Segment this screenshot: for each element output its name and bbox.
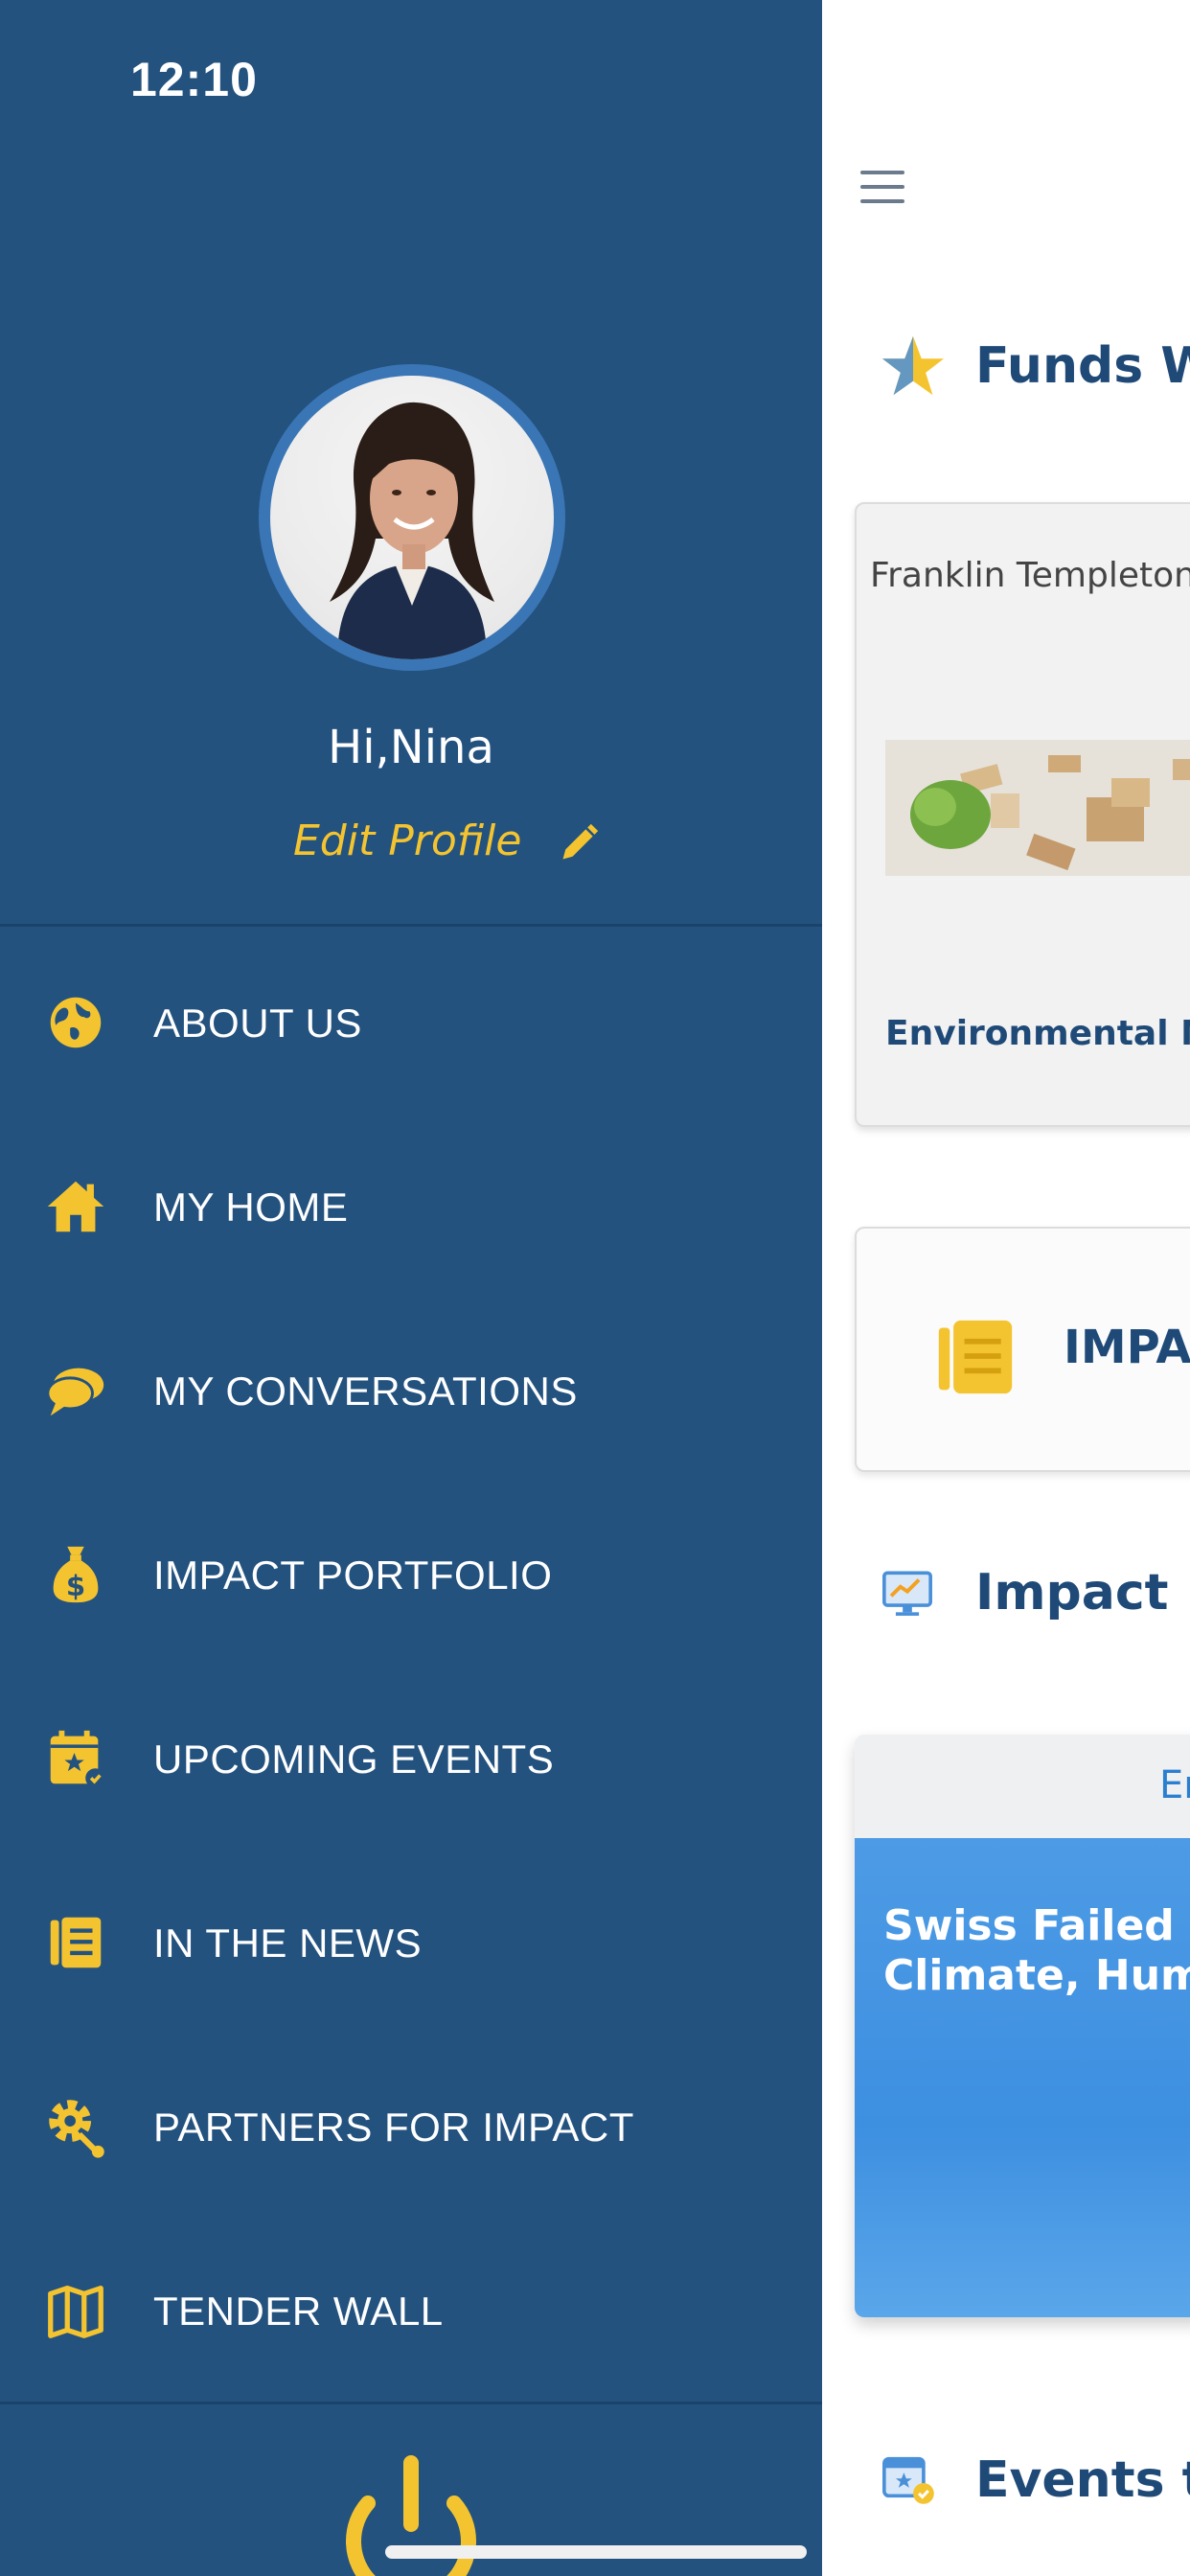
menu-item-upcoming-events[interactable]: UPCOMING EVENTS	[0, 1706, 822, 1811]
greeting-text: Hi,Nina	[328, 721, 494, 774]
money-bag-icon: $	[53, 1546, 99, 1603]
avatar-photo	[270, 376, 554, 659]
fund-card[interactable]: Franklin Templeton Environmental Ma	[855, 502, 1190, 1127]
impact-news-title: Impact N	[975, 1564, 1190, 1622]
menu-item-impact-portfolio[interactable]: $ IMPACT PORTFOLIO	[0, 1522, 822, 1627]
menu-label: MY CONVERSATIONS	[153, 1368, 578, 1414]
fund-image	[885, 740, 1190, 876]
menu-label: TENDER WALL	[153, 2288, 444, 2334]
menu-label: ABOUT US	[153, 1000, 362, 1046]
star-icon	[881, 335, 945, 396]
events-section-title: Events to	[975, 2451, 1190, 2509]
news-icon	[938, 1320, 1013, 1394]
news-icon	[50, 1917, 102, 1968]
edit-profile-link[interactable]: Edit Profile	[293, 816, 521, 865]
monitor-chart-icon	[882, 1571, 932, 1616]
menu-item-my-home[interactable]: MY HOME	[0, 1154, 822, 1259]
menu-label: UPCOMING EVENTS	[153, 1736, 555, 1782]
menu-item-partners-for-impact[interactable]: PARTNERS FOR IMPACT	[0, 2074, 822, 2179]
svg-text:$: $	[66, 1570, 85, 1602]
side-drawer: 12:10 Hi,Nina Edit Profile ABOUT US MY H…	[0, 0, 822, 2576]
news-card[interactable]: En Swiss Failed Cit Climate, Human	[855, 1735, 1190, 2317]
menu-item-my-conversations[interactable]: MY CONVERSATIONS	[0, 1338, 822, 1443]
gear-wrench-icon	[49, 2100, 104, 2158]
main-content: Funds Wa Franklin Templeton Environmenta…	[822, 0, 1190, 2576]
menu-label: IN THE NEWS	[153, 1920, 423, 1966]
menu-item-about-us[interactable]: ABOUT US	[0, 970, 822, 1075]
hamburger-menu-icon[interactable]	[860, 171, 904, 209]
impact-card-label: IMPAC	[1064, 1321, 1190, 1374]
fund-provider: Franklin Templeton	[870, 556, 1190, 595]
drawer-divider-top	[0, 924, 822, 927]
funds-section-title: Funds Wa	[975, 337, 1190, 395]
calendar-check-icon	[882, 2456, 934, 2504]
globe-icon	[50, 997, 102, 1048]
drawer-divider-bottom	[0, 2402, 822, 2404]
menu-item-in-the-news[interactable]: IN THE NEWS	[0, 1890, 822, 1995]
menu-label: PARTNERS FOR IMPACT	[153, 2104, 634, 2150]
impact-portfolio-card[interactable]: IMPAC	[855, 1227, 1190, 1472]
news-headline: Swiss Failed Cit Climate, Human	[883, 1901, 1190, 2000]
news-card-body: Swiss Failed Cit Climate, Human	[855, 1838, 1190, 2317]
menu-label: IMPACT PORTFOLIO	[153, 1552, 553, 1598]
menu-item-tender-wall[interactable]: TENDER WALL	[0, 2258, 822, 2363]
fund-name: Environmental Ma	[885, 1014, 1190, 1053]
home-indicator	[385, 2545, 807, 2559]
status-time: 12:10	[130, 53, 258, 106]
calendar-icon	[50, 1730, 105, 1788]
map-icon	[48, 2286, 103, 2338]
menu-label: MY HOME	[153, 1184, 349, 1230]
chat-icon	[46, 1368, 104, 1416]
home-icon	[47, 1181, 104, 1232]
news-card-tab[interactable]: En	[855, 1735, 1190, 1838]
pencil-icon[interactable]	[558, 822, 600, 864]
avatar[interactable]	[259, 364, 565, 671]
